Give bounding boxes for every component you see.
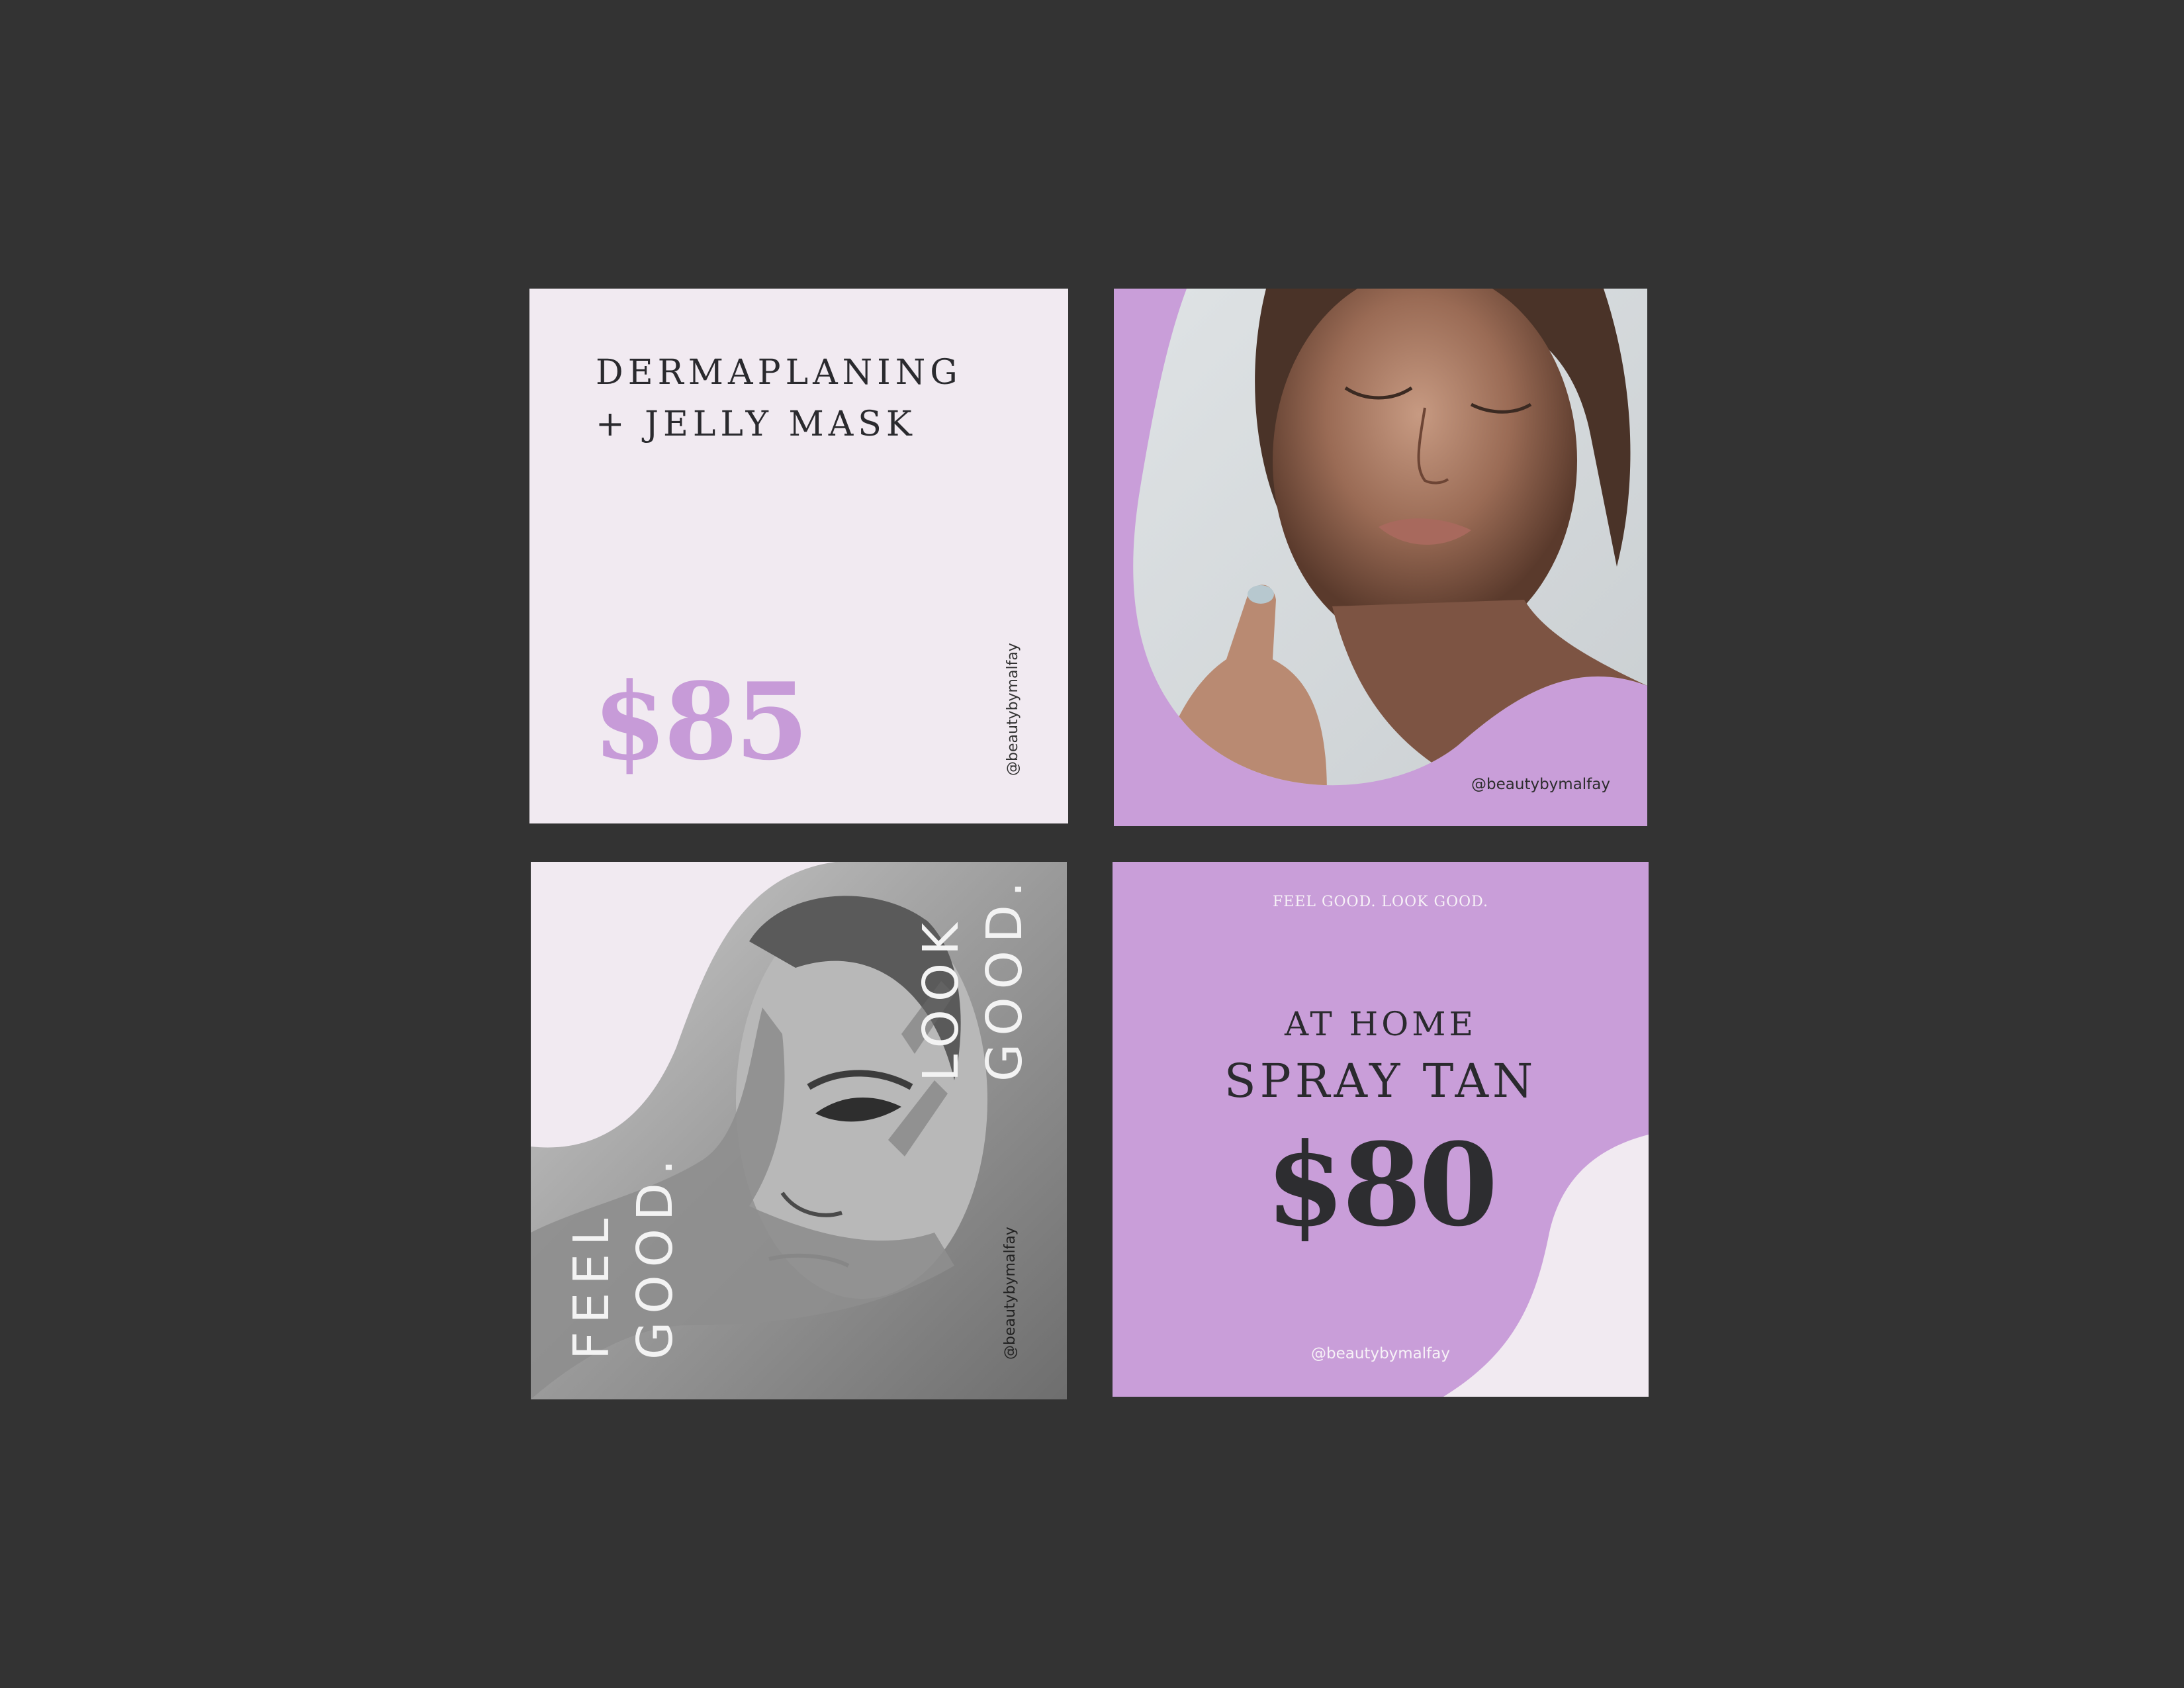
spray-tan-post: FEEL GOOD. LOOK GOOD. AT HOME SPRAY TAN … [1113,862,1649,1397]
service-title-line-2: + JELLY MASK [596,404,917,444]
feel-good-line-1: FEEL [563,1210,620,1360]
portrait-photo [1133,289,1647,786]
service-title: SPRAY TAN [1224,1054,1537,1108]
tagline: FEEL GOOD. LOOK GOOD. [1272,894,1489,910]
service-subtitle: AT HOME [1285,1005,1477,1043]
dermaplaning-post: DERMAPLANING + JELLY MASK $85 @beautybym… [529,289,1068,823]
service-title-line-1: DERMAPLANING [596,353,962,393]
instagram-handle: @beautybymalfay [1005,643,1021,776]
look-good-text: LOOK GOOD. [909,874,1036,1082]
portrait-post: @beautybymalfay [1114,289,1647,826]
instagram-handle: @beautybymalfay [1471,776,1610,793]
service-price: $80 [1265,1117,1498,1252]
look-good-line-1: LOOK [913,915,970,1082]
service-title: DERMAPLANING + JELLY MASK [596,347,962,450]
instagram-handle: @beautybymalfay [1311,1345,1450,1362]
look-good-line-2: GOOD. [976,873,1033,1082]
feel-good-post: FEEL GOOD. LOOK GOOD. @beautybymalfay [531,862,1067,1399]
feel-good-text: FEEL GOOD. [560,1152,687,1360]
service-price: $85 [593,659,809,784]
instagram-handle: @beautybymalfay [1002,1227,1019,1360]
feel-good-line-2: GOOD. [627,1151,684,1360]
